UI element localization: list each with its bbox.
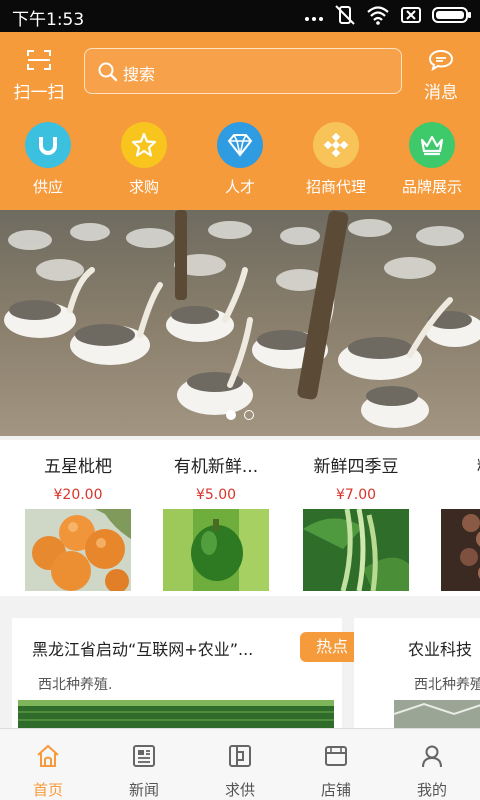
scan-icon xyxy=(26,50,52,76)
tab-shop[interactable]: 店铺 xyxy=(288,743,384,800)
user-icon xyxy=(422,745,442,768)
star-icon xyxy=(121,122,167,168)
news-title: 黑龙江省启动“互联网+农业”... xyxy=(32,640,254,659)
message-icon xyxy=(428,49,454,76)
category-label: 求购 xyxy=(128,178,159,196)
product-card[interactable]: 有机新鲜... ¥5.00 xyxy=(146,440,286,591)
category-franchise[interactable]: 招商代理 xyxy=(288,122,384,197)
tab-label: 新闻 xyxy=(128,781,159,799)
tab-supply[interactable]: 求供 xyxy=(192,743,288,800)
magnet-icon xyxy=(25,122,71,168)
no-sim-icon xyxy=(400,5,422,25)
news-source: 西北种养殖. xyxy=(38,677,113,693)
product-scroller[interactable]: 五星枇杷 ¥20.00 有机新鲜... ¥5.00 新鲜四季豆 ¥7.00 xyxy=(0,440,480,596)
tab-home[interactable]: 首页 xyxy=(0,743,96,800)
news-image-field xyxy=(18,700,334,728)
search-icon xyxy=(98,62,118,82)
tab-label: 求供 xyxy=(224,781,255,799)
message-button[interactable]: 消息 xyxy=(418,48,464,103)
crown-icon xyxy=(409,122,455,168)
news-icon xyxy=(133,745,155,767)
search-input[interactable]: 搜索 xyxy=(84,48,402,94)
product-card[interactable]: 五星枇杷 ¥20.00 xyxy=(8,440,148,591)
home-icon xyxy=(37,744,59,767)
mute-vibrate-icon xyxy=(334,4,356,26)
news-title: 农业科技 xyxy=(408,640,473,659)
header: 扫一扫 搜索 消息 供应 求购 人才 招商代理 品牌展示 xyxy=(0,32,480,210)
banner-carousel[interactable] xyxy=(0,210,480,436)
product-image-vegetables xyxy=(163,509,269,591)
news-card[interactable]: 农业科技 西北种养殖 xyxy=(354,618,480,728)
product-card[interactable]: 精选 ¥ xyxy=(424,440,480,591)
category-brand[interactable]: 品牌展示 xyxy=(384,122,480,197)
category-supply[interactable]: 供应 xyxy=(0,122,96,197)
category-talent[interactable]: 人才 xyxy=(192,122,288,197)
category-label: 人才 xyxy=(224,178,255,196)
search-placeholder: 搜索 xyxy=(123,65,156,84)
status-bar: 下午1:53 xyxy=(0,0,480,32)
supply-icon xyxy=(229,745,251,767)
product-price: ¥7.00 xyxy=(335,487,377,503)
tab-news[interactable]: 新闻 xyxy=(96,743,192,800)
product-name: 有机新鲜... xyxy=(173,457,259,477)
news-card[interactable]: 黑龙江省启动“互联网+农业”... 热点 西北种养殖. xyxy=(12,618,364,728)
product-price: ¥ xyxy=(424,487,480,503)
product-name: 五星枇杷 xyxy=(44,457,112,477)
product-name: 精选 xyxy=(424,452,480,477)
status-time: 下午1:53 xyxy=(12,10,85,30)
news-scroller[interactable]: 黑龙江省启动“互联网+农业”... 热点 西北种养殖. 农业科技 西北种养殖 xyxy=(0,604,480,728)
product-name: 新鲜四季豆 xyxy=(313,457,399,477)
category-label: 供应 xyxy=(32,178,63,196)
product-price: ¥20.00 xyxy=(53,487,103,503)
message-label: 消息 xyxy=(424,83,458,103)
pagination-dot[interactable] xyxy=(226,410,236,420)
grid-icon xyxy=(313,122,359,168)
banner-pagination xyxy=(226,410,254,420)
product-image-mushrooms xyxy=(441,509,480,591)
category-row: 供应 求购 人才 招商代理 品牌展示 xyxy=(0,122,480,202)
scan-button[interactable]: 扫一扫 xyxy=(8,48,70,103)
battery-icon xyxy=(432,5,472,25)
shop-icon xyxy=(325,746,347,766)
product-card[interactable]: 新鲜四季豆 ¥7.00 xyxy=(286,440,426,591)
diamond-icon xyxy=(217,122,263,168)
tab-profile[interactable]: 我的 xyxy=(384,743,480,800)
product-price: ¥5.00 xyxy=(195,487,237,503)
scan-label: 扫一扫 xyxy=(13,83,65,103)
bottom-tab-bar: 首页 新闻 求供 店铺 我的 xyxy=(0,728,480,800)
wifi-icon xyxy=(366,5,390,25)
category-label: 招商代理 xyxy=(305,178,366,196)
pagination-dot[interactable] xyxy=(244,410,254,420)
product-image-green-beans xyxy=(303,509,409,591)
status-icons xyxy=(304,4,472,26)
category-purchase[interactable]: 求购 xyxy=(96,122,192,197)
tab-label: 我的 xyxy=(416,781,447,799)
news-image-greenhouse xyxy=(394,700,480,728)
more-dots-icon xyxy=(304,5,324,25)
news-source: 西北种养殖 xyxy=(414,677,480,693)
banner-geese-image xyxy=(0,210,480,436)
tab-label: 店铺 xyxy=(320,781,351,799)
category-label: 品牌展示 xyxy=(401,178,462,196)
tab-label: 首页 xyxy=(32,781,63,799)
product-image-loquat xyxy=(25,509,131,591)
